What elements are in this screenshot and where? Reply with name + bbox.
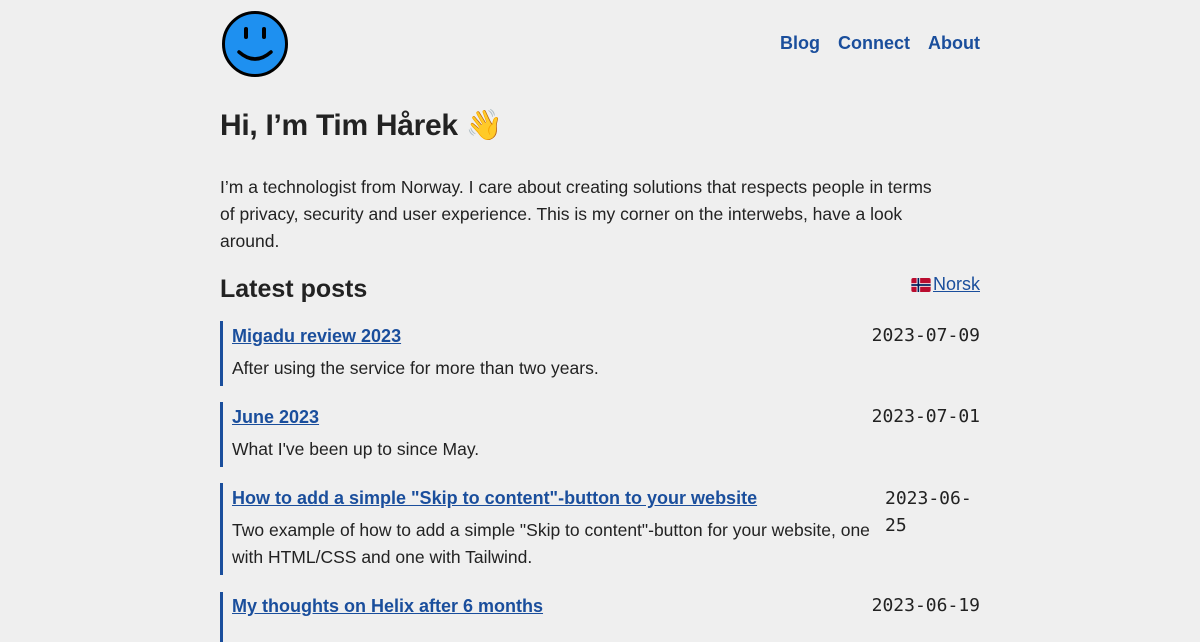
- norway-flag-icon: [911, 277, 931, 292]
- post-description: Two example of how to add a simple "Skip…: [232, 520, 870, 567]
- page-title: Hi, I’m Tim Hårek 👋: [220, 109, 503, 142]
- smiley-face-icon: [222, 11, 288, 77]
- post-date: 2023-07-01: [871, 406, 980, 427]
- main-nav: Blog Connect About: [780, 33, 980, 54]
- nav-about-link[interactable]: About: [928, 33, 980, 54]
- post-title-link[interactable]: My thoughts on Helix after 6 months: [232, 593, 980, 619]
- post-description: After using the service for more than tw…: [232, 358, 599, 378]
- post-description: What I've been up to since May.: [232, 439, 480, 459]
- nav-connect-link[interactable]: Connect: [838, 33, 910, 54]
- latest-posts-heading: Latest posts: [220, 275, 368, 303]
- post-item: June 2023 What I've been up to since May…: [220, 402, 980, 467]
- latest-posts-header: Latest posts Norsk: [220, 270, 980, 310]
- post-item: Migadu review 2023 After using the servi…: [220, 321, 980, 386]
- post-date: 2023-07-09: [871, 325, 980, 346]
- norsk-language-link[interactable]: Norsk: [911, 274, 980, 295]
- post-date: 2023-06-19: [871, 595, 980, 616]
- post-title-link[interactable]: How to add a simple "Skip to content"-bu…: [232, 485, 862, 511]
- post-title-link[interactable]: June 2023: [232, 404, 980, 430]
- post-item: How to add a simple "Skip to content"-bu…: [220, 483, 980, 575]
- home-logo-link[interactable]: [222, 11, 288, 77]
- post-date: 2023-06-25: [885, 488, 972, 536]
- intro-text: I’m a technologist from Norway. I care a…: [220, 177, 932, 251]
- norsk-link-label: Norsk: [932, 274, 980, 294]
- post-title-link[interactable]: Migadu review 2023: [232, 323, 980, 349]
- post-item: My thoughts on Helix after 6 months 2023…: [220, 592, 980, 642]
- nav-blog-link[interactable]: Blog: [780, 33, 820, 54]
- page-container: Blog Connect About Hi, I’m Tim Hårek 👋 I…: [220, 0, 980, 642]
- site-header: Blog Connect About: [220, 0, 980, 90]
